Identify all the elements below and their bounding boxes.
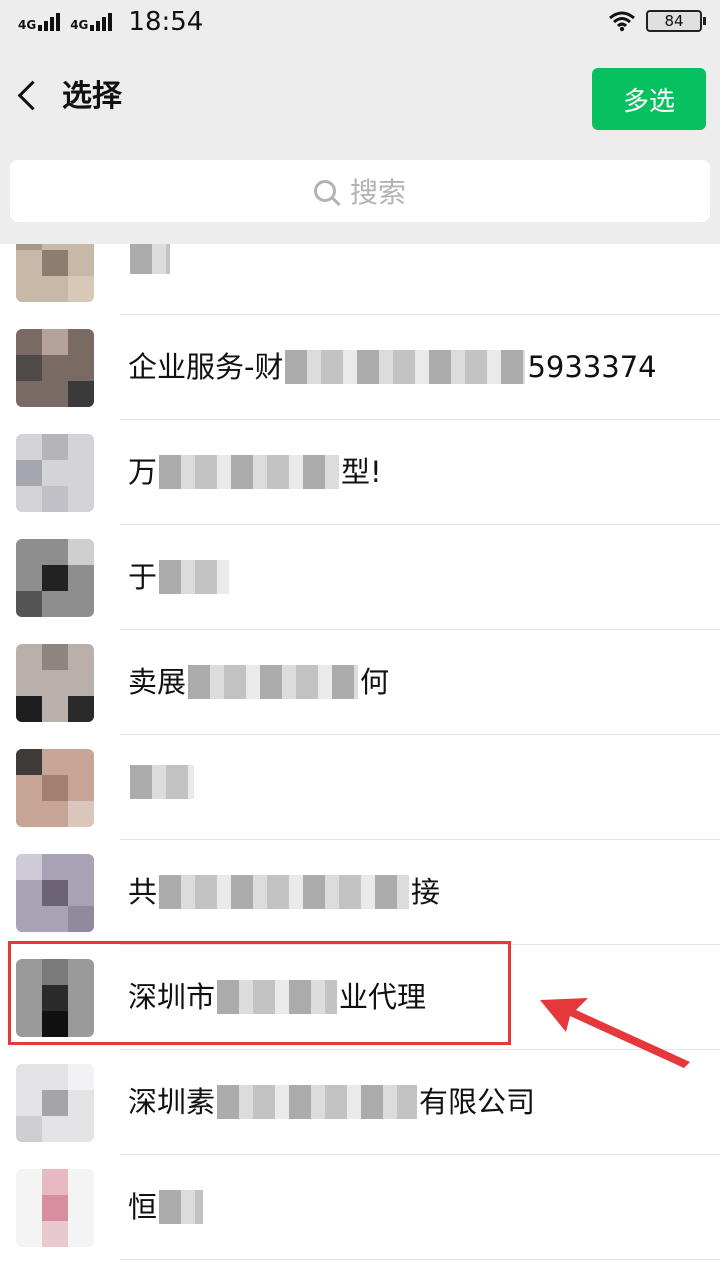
pixelated-redaction: [159, 560, 230, 594]
name-prefix: 卖展: [128, 665, 187, 699]
multi-select-button[interactable]: 多选: [592, 68, 706, 130]
network-label-2: 4G: [70, 18, 89, 32]
pixelated-redaction: [159, 875, 410, 909]
wifi-icon: [609, 11, 635, 32]
contact-name: 共 接: [128, 870, 440, 914]
name-suffix: 5933374: [527, 350, 657, 384]
name-prefix: 企业服务-财: [128, 350, 284, 384]
list-item[interactable]: 恒: [0, 1155, 720, 1260]
avatar: [16, 434, 94, 512]
battery-level: 84: [664, 12, 684, 30]
list-item[interactable]: [0, 735, 720, 840]
contact-list[interactable]: 企业服务-财 5933374 万 型! 于 卖展 何 共 接 深圳市 业代理 深…: [0, 244, 720, 1265]
list-item[interactable]: 卖展 何: [0, 630, 720, 735]
list-item[interactable]: 共 接: [0, 840, 720, 945]
name-suffix: 接: [411, 875, 441, 909]
name-prefix: 共: [128, 875, 158, 909]
avatar: [16, 854, 94, 932]
header: 选择 多选: [0, 46, 720, 146]
contact-name: 于: [128, 555, 231, 599]
contact-name: 深圳素 有限公司: [128, 1080, 535, 1124]
pixelated-redaction: [285, 350, 526, 384]
name-suffix: 何: [360, 665, 390, 699]
avatar: [16, 1064, 94, 1142]
search-icon: [313, 180, 336, 202]
name-suffix: 有限公司: [419, 1085, 536, 1119]
annotation-highlight-box: [8, 941, 511, 1045]
pixelated-redaction: [159, 1190, 204, 1224]
contact-name: 企业服务-财 5933374: [128, 345, 657, 389]
avatar: [16, 539, 94, 617]
avatar: [16, 749, 94, 827]
status-left: 4G 4G 18:54: [18, 6, 203, 38]
pixelated-redaction: [130, 765, 194, 799]
name-prefix: 万: [128, 455, 158, 489]
list-item[interactable]: 企业服务-财 5933374: [0, 315, 720, 420]
list-item[interactable]: [0, 244, 720, 315]
name-suffix: 型!: [341, 455, 382, 489]
search-placeholder: 搜索: [349, 176, 406, 209]
pixelated-redaction: [130, 244, 170, 274]
pixelated-redaction: [159, 455, 340, 489]
name-prefix: 深圳素: [128, 1085, 216, 1119]
divider: [120, 1259, 720, 1260]
list-item[interactable]: 于: [0, 525, 720, 630]
pixelated-redaction: [217, 1085, 418, 1119]
list-item[interactable]: 万 型!: [0, 420, 720, 525]
status-right: 84: [608, 10, 706, 32]
contact-name: 万 型!: [128, 450, 382, 494]
search-input[interactable]: 搜索: [10, 160, 710, 222]
page-title: 选择: [62, 79, 122, 114]
contact-name: [128, 244, 172, 274]
contact-name: [128, 765, 196, 799]
annotation-arrow-icon: [540, 998, 690, 1068]
avatar: [16, 329, 94, 407]
search-area: 搜索: [0, 146, 720, 244]
avatar: [16, 644, 94, 722]
signal-icon: 4G: [18, 13, 62, 31]
signal-icon-2: 4G: [70, 13, 114, 31]
status-bar: 4G 4G 18:54 84: [0, 0, 720, 46]
contact-name: 恒: [128, 1185, 205, 1229]
name-prefix: 于: [128, 560, 158, 594]
name-prefix: 恒: [128, 1190, 158, 1224]
contact-name: 卖展 何: [128, 660, 389, 704]
avatar: [16, 1169, 94, 1247]
avatar: [16, 244, 94, 302]
back-button[interactable]: [12, 76, 52, 116]
network-label: 4G: [18, 18, 37, 32]
battery-icon: 84: [646, 10, 706, 32]
pixelated-redaction: [188, 665, 359, 699]
status-time: 18:54: [128, 7, 204, 37]
